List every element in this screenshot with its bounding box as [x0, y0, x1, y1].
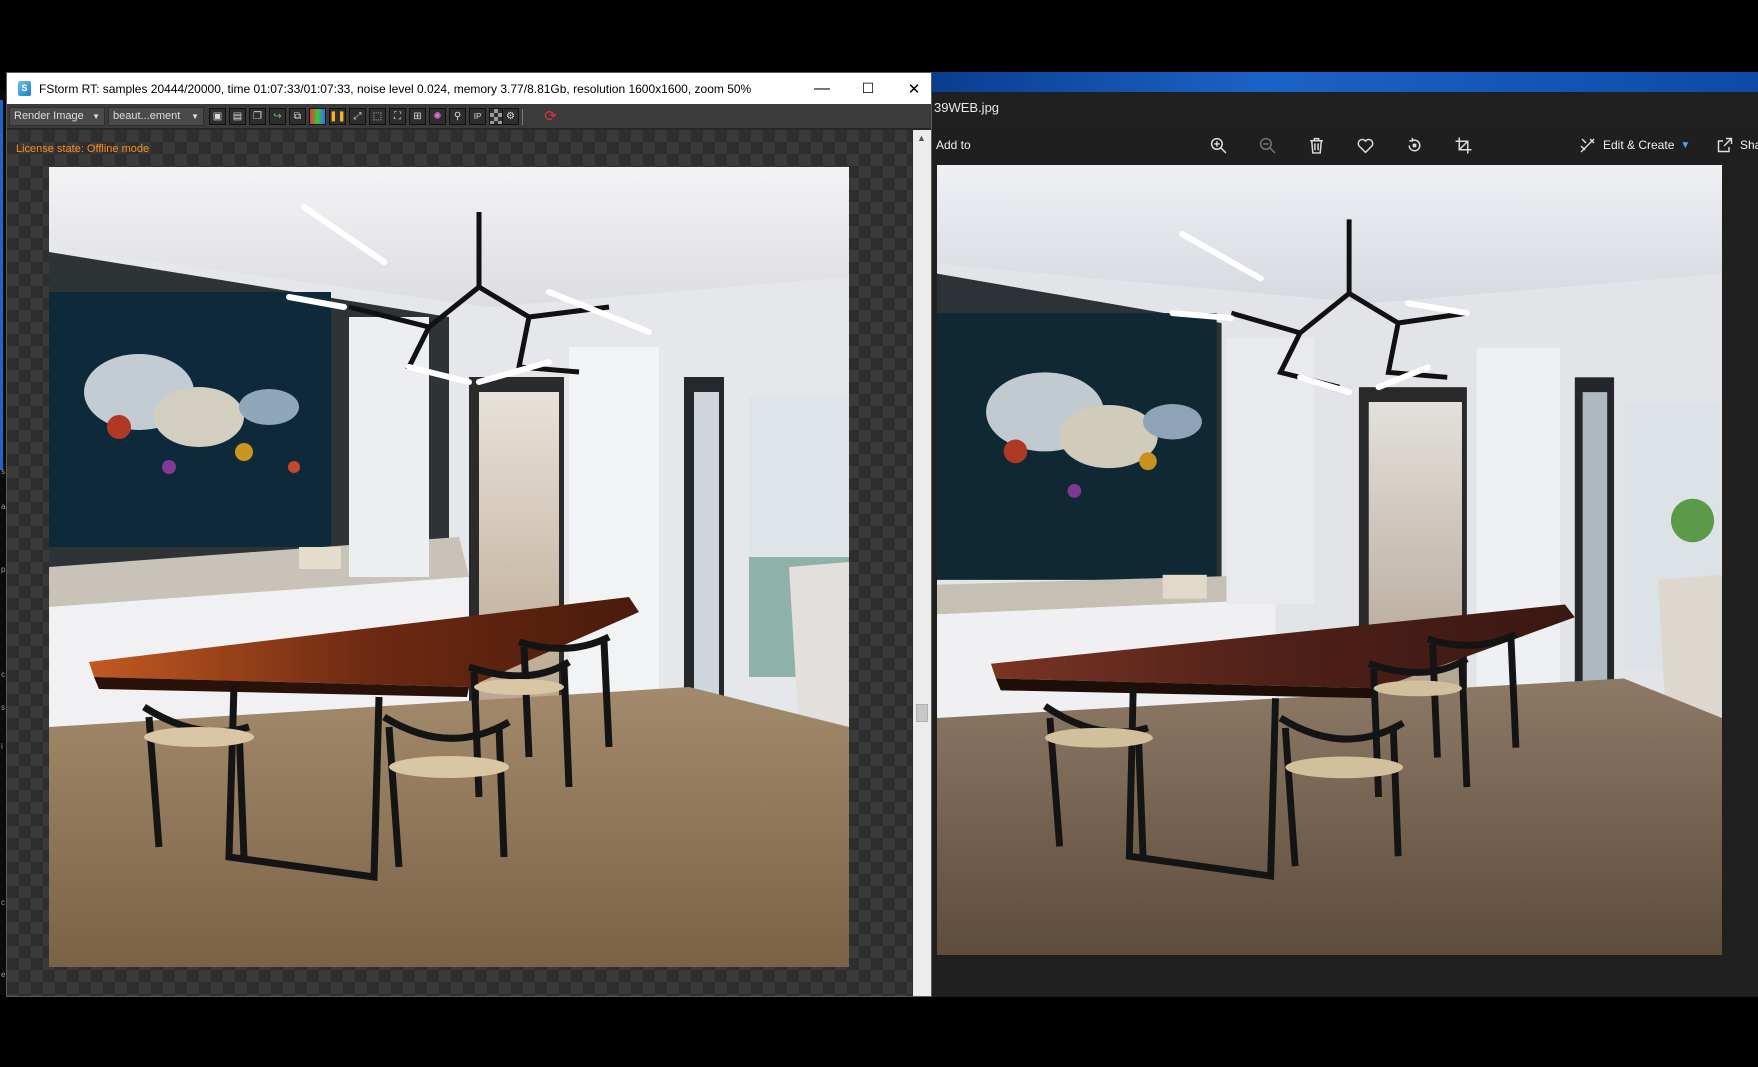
region-icon[interactable]: ⛶ — [389, 108, 406, 125]
settings-icon[interactable]: ⚙ — [502, 108, 519, 125]
fstorm-titlebar[interactable]: S FStorm RT: samples 20444/20000, time 0… — [7, 73, 931, 104]
render-canvas[interactable]: License state: Offline mode — [7, 130, 912, 996]
photos-command-bar: Add to Edit & Create ▼ Sh — [932, 125, 1758, 165]
zoom-in-icon[interactable] — [1204, 132, 1232, 158]
color-picker-icon[interactable]: ⚲ — [449, 108, 466, 125]
save-all-icon[interactable]: ▤ — [229, 108, 246, 125]
background-window-accent — [0, 100, 3, 470]
fstorm-logo-icon: S — [18, 81, 31, 96]
fstorm-toolbar: Render Image ▼ beaut...ement ▼ ▣ ▤ ❐ ↪ ⧉… — [7, 104, 931, 129]
clone-icon[interactable]: ⧉ — [289, 108, 306, 125]
fit-icon[interactable]: ⤢ — [349, 108, 366, 125]
photos-window: 39WEB.jpg Add to Edit & Create ▼ Sh — [932, 92, 1758, 997]
rotate-icon[interactable] — [1400, 132, 1428, 158]
render-image — [49, 167, 849, 967]
maximize-button[interactable]: ☐ — [845, 73, 891, 104]
desktop-screen: s a p c s i c e S FStorm RT: samples 204… — [0, 0, 1758, 1067]
desktop-wallpaper-strip — [932, 72, 1758, 92]
reference-photo — [937, 165, 1722, 955]
color-correction-icon[interactable] — [309, 108, 326, 125]
crop-icon[interactable]: ⬚ — [369, 108, 386, 125]
add-to-button[interactable]: Add to — [936, 138, 971, 152]
render-vertical-scrollbar[interactable]: ▲ — [913, 130, 931, 996]
save-render-icon[interactable]: ▣ — [209, 108, 226, 125]
close-button[interactable]: ✕ — [891, 73, 937, 104]
crop-icon[interactable] — [1449, 132, 1477, 158]
chevron-down-icon: ▼ — [1680, 139, 1691, 151]
chevron-down-icon: ▼ — [92, 112, 100, 121]
zoom-out-icon[interactable] — [1253, 132, 1281, 158]
favorite-icon[interactable] — [1351, 132, 1379, 158]
render-mode-value: Render Image — [14, 110, 84, 122]
render-element-select[interactable]: beaut...ement ▼ — [108, 107, 204, 126]
photo-viewer[interactable] — [932, 165, 1758, 997]
toolbar-divider — [522, 109, 523, 125]
chevron-down-icon: ▼ — [191, 112, 199, 121]
scrollbar-thumb[interactable] — [916, 704, 928, 722]
lens-effects-icon[interactable]: ✺ — [429, 108, 446, 125]
scroll-up-icon[interactable]: ▲ — [917, 133, 926, 143]
fstorm-window-title: FStorm RT: samples 20444/20000, time 01:… — [39, 81, 752, 96]
refresh-icon[interactable]: ⟳ — [541, 107, 560, 126]
fstorm-window: S FStorm RT: samples 20444/20000, time 0… — [6, 72, 932, 997]
minimize-button[interactable]: — — [799, 73, 845, 104]
ip-icon[interactable]: IP — [469, 108, 486, 125]
share-button[interactable]: Sha — [1717, 132, 1758, 158]
expand-icon[interactable]: ⊞ — [409, 108, 426, 125]
photo-filename: 39WEB.jpg — [934, 100, 1000, 115]
copy-icon[interactable]: ❐ — [249, 108, 266, 125]
license-state-text: License state: Offline mode — [16, 143, 150, 155]
share-icon — [1717, 137, 1733, 153]
edit-pencil-icon — [1580, 138, 1595, 153]
render-mode-select[interactable]: Render Image ▼ — [9, 107, 105, 126]
pause-icon[interactable]: ❚❚ — [329, 108, 346, 125]
export-icon[interactable]: ↪ — [269, 108, 286, 125]
delete-icon[interactable] — [1302, 132, 1330, 158]
dining-room-render — [49, 167, 849, 967]
render-element-value: beaut...ement — [113, 110, 181, 122]
edit-create-button[interactable]: Edit & Create ▼ — [1580, 132, 1690, 158]
share-label: Sha — [1740, 138, 1758, 152]
edit-create-label: Edit & Create — [1603, 138, 1675, 152]
dining-room-photo — [937, 165, 1722, 955]
